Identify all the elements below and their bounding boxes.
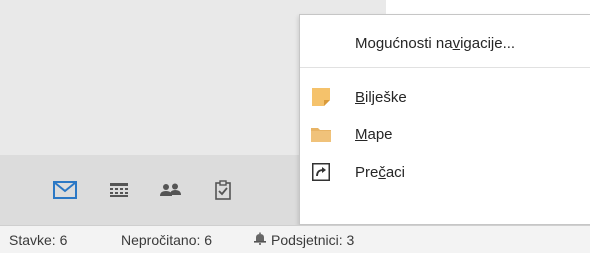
tasks-icon <box>215 180 231 200</box>
notes-icon <box>310 86 332 108</box>
status-bar: Stavke: 6 Nepročitano: 6 Podsjetnici: 3 <box>0 225 590 253</box>
menu-item-folders[interactable]: Mape <box>300 116 590 152</box>
status-unread-count: Nepročitano: 6 <box>121 232 213 248</box>
folder-icon <box>310 123 332 145</box>
navigation-options-menu: Mogućnosti navigacije... Bilješke Mape P… <box>299 14 590 225</box>
menu-item-notes[interactable]: Bilješke <box>300 79 590 115</box>
nav-people-button[interactable] <box>146 155 196 225</box>
status-items-count: Stavke: 6 <box>9 232 68 248</box>
nav-calendar-button[interactable] <box>94 155 144 225</box>
menu-item-label: Mape <box>355 125 393 143</box>
menu-item-shortcuts[interactable]: Prečaci <box>300 154 590 190</box>
menu-item-navigation-options[interactable]: Mogućnosti navigacije... <box>300 25 590 61</box>
menu-item-label: Prečaci <box>355 163 406 181</box>
menu-item-label: Mogućnosti navigacije... <box>355 34 516 52</box>
nav-tasks-button[interactable] <box>198 155 248 225</box>
menu-item-label: Bilješke <box>355 88 407 106</box>
bell-icon <box>254 232 266 248</box>
people-icon <box>160 183 182 197</box>
calendar-icon <box>110 183 128 197</box>
menu-separator <box>300 67 590 68</box>
nav-mail-button[interactable] <box>40 155 90 225</box>
mail-icon <box>53 181 77 199</box>
status-reminders[interactable]: Podsjetnici: 3 <box>254 232 354 248</box>
status-reminders-label: Podsjetnici: 3 <box>271 232 355 248</box>
shortcut-icon <box>310 161 332 183</box>
